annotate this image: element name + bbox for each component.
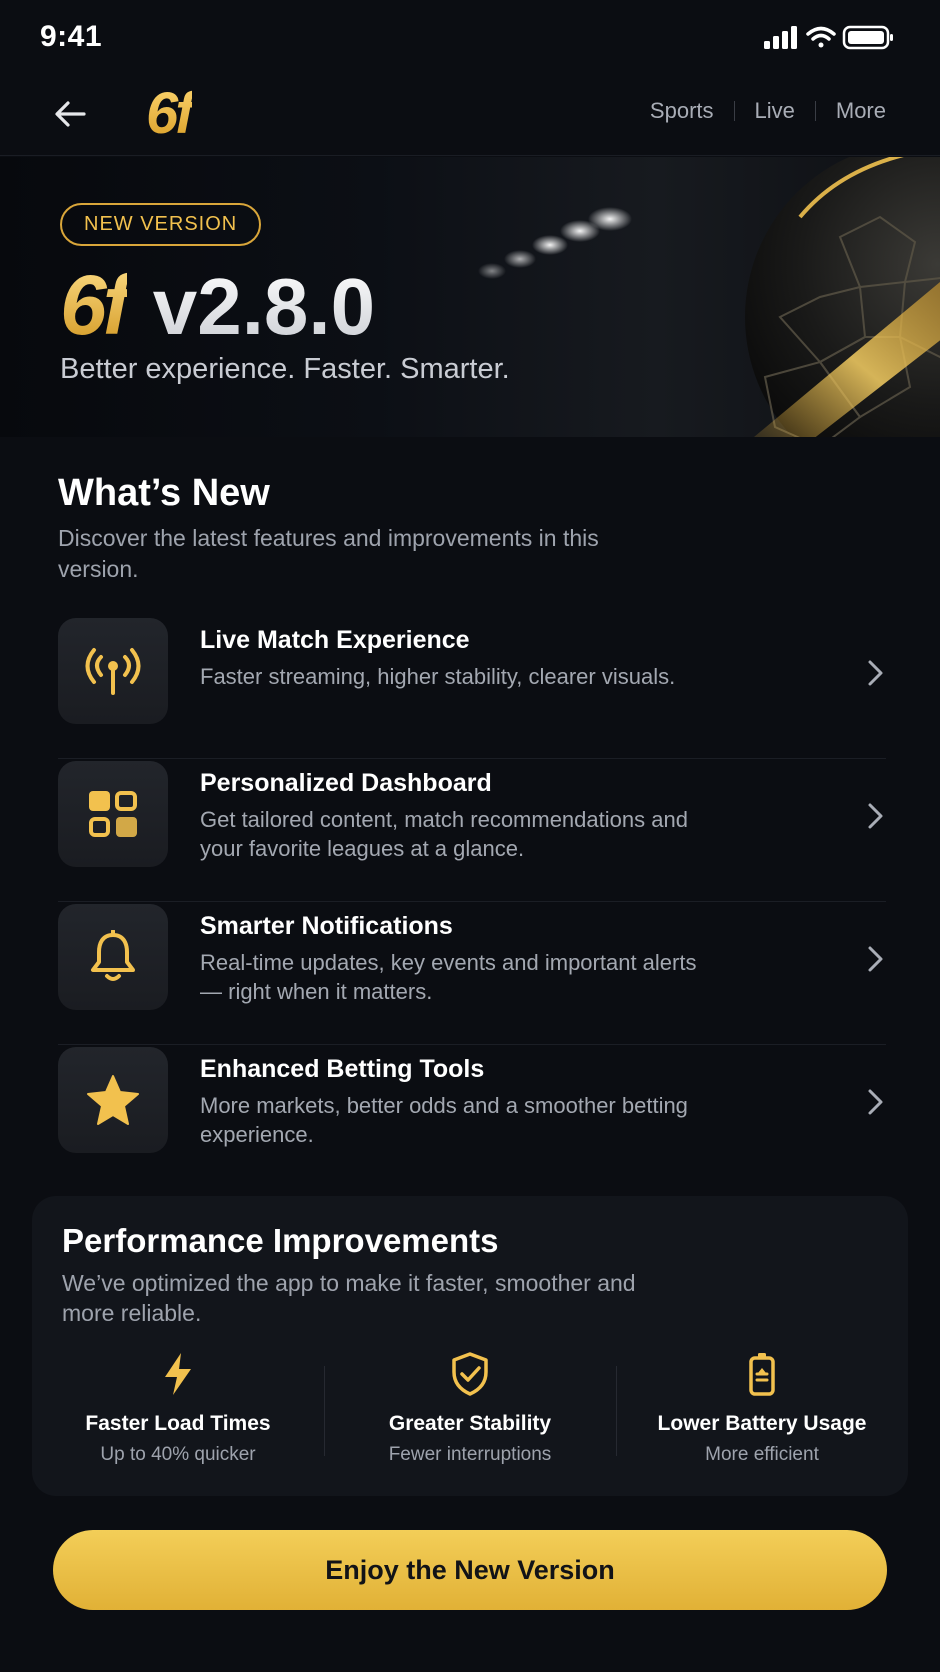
stat-title: Lower Battery Usage [657, 1412, 867, 1435]
feature-description: Faster streaming, higher stability, clea… [200, 664, 676, 689]
nav-link-live[interactable]: Live [755, 98, 795, 124]
stat-subtitle: Up to 40% quicker [100, 1444, 256, 1465]
feature-title: Personalized Dashboard [200, 769, 492, 797]
nav-links: Sports Live More [650, 98, 886, 124]
lightning-icon [165, 1353, 191, 1395]
stat-faster-load-times: Faster Load Times Up to 40% quicker [32, 1352, 324, 1472]
hero-subtitle: Better experience. Faster. Smarter. [60, 353, 510, 385]
dashboard-grid-icon [89, 791, 137, 837]
feature-description: More markets, better odds and a smoother… [200, 1093, 688, 1147]
whats-new-title: What’s New [58, 472, 270, 514]
feature-title: Live Match Experience [200, 626, 470, 654]
nav-divider [814, 101, 816, 121]
battery-status-icon [842, 25, 893, 50]
status-time: 9:41 [40, 20, 103, 53]
performance-description: We’ve optimized the app to make it faste… [62, 1270, 636, 1326]
top-nav: 6f Sports Live More [0, 76, 940, 156]
stat-greater-stability: Greater Stability Fewer interruptions [324, 1352, 616, 1472]
battery-icon [749, 1353, 775, 1396]
nav-divider [733, 101, 735, 121]
chevron-right-icon [868, 803, 883, 829]
shield-check-icon [452, 1352, 488, 1396]
stat-title: Greater Stability [388, 1412, 552, 1435]
star-icon [87, 1075, 139, 1125]
app-logo: 6f [146, 81, 195, 146]
chevron-right-icon [868, 660, 883, 686]
signal-icon [764, 26, 797, 49]
feature-smarter-notifications[interactable]: Smarter Notifications Real-time updates,… [58, 902, 886, 1045]
status-bar: 9:41 [0, 0, 940, 76]
stat-subtitle: Fewer interruptions [388, 1444, 552, 1465]
hero-banner: NEW VERSION 6f v2.8.0 Better experience.… [0, 157, 940, 437]
feature-description: Get tailored content, match recommendati… [200, 807, 688, 861]
feature-title: Enhanced Betting Tools [200, 1055, 485, 1083]
feature-icon-box [58, 761, 168, 867]
feature-live-match[interactable]: Live Match Experience Faster streaming, … [58, 616, 886, 759]
chevron-right-icon [868, 946, 883, 972]
stat-title: Faster Load Times [85, 1412, 271, 1435]
version-number: v2.8.0 [152, 262, 376, 351]
status-icons [764, 25, 893, 50]
feature-title: Smarter Notifications [200, 912, 453, 940]
feature-icon-box [58, 904, 168, 1010]
bell-icon [91, 930, 135, 981]
nav-link-sports[interactable]: Sports [650, 98, 714, 124]
enjoy-new-version-button[interactable]: Enjoy the New Version [53, 1530, 887, 1610]
hero-logo: 6f [60, 258, 131, 352]
wifi-icon [806, 26, 836, 48]
live-broadcast-icon [85, 648, 141, 695]
soccer-ball-image [745, 157, 940, 437]
stat-subtitle: More efficient [705, 1444, 819, 1465]
new-version-badge: NEW VERSION [60, 203, 262, 246]
feature-icon-box [58, 618, 168, 724]
performance-card: Performance Improvements We’ve optimized… [32, 1196, 908, 1496]
chevron-right-icon [868, 1089, 883, 1115]
stat-lower-battery-usage: Lower Battery Usage More efficient [616, 1352, 908, 1472]
performance-title: Performance Improvements [62, 1222, 499, 1259]
nav-link-more[interactable]: More [836, 98, 886, 124]
whats-new-description: Discover the latest features and improve… [58, 525, 599, 582]
feature-enhanced-betting-tools[interactable]: Enhanced Betting Tools More markets, bet… [58, 1045, 886, 1188]
feature-list: Live Match Experience Faster streaming, … [58, 616, 886, 1188]
hero-title: 6f v2.8.0 [60, 257, 375, 354]
feature-description: Real-time updates, key events and import… [200, 950, 697, 1004]
feature-personalized-dashboard[interactable]: Personalized Dashboard Get tailored cont… [58, 759, 886, 902]
back-arrow-icon[interactable] [48, 92, 92, 136]
performance-stats: Faster Load Times Up to 40% quicker Grea… [32, 1352, 908, 1472]
feature-icon-box [58, 1047, 168, 1153]
